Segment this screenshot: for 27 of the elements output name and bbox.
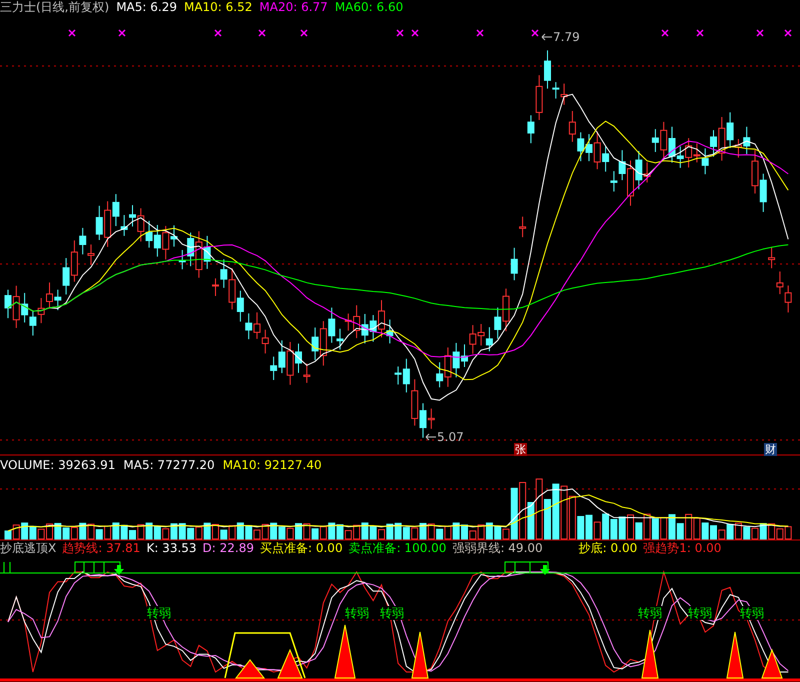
signal-label: 转弱: [345, 606, 369, 620]
indicator-value: MA60: 6.60: [334, 0, 404, 14]
indicator-value: 买点准备: 0.00: [260, 541, 343, 555]
signal-label: 转弱: [638, 606, 662, 620]
indicator-value: K: 33.53: [146, 541, 197, 555]
price-label: 7.79: [553, 30, 580, 44]
chart-title: 三力士(日线,前复权): [0, 0, 110, 14]
indicator-value: MA5: 77277.20: [123, 458, 215, 472]
price-label: 5.07: [437, 430, 464, 444]
chart-title: 抄底逃顶X: [0, 541, 56, 555]
indicator-value: MA10: 6.52: [184, 0, 252, 14]
signal-label: 转弱: [740, 606, 764, 620]
indicator-value: MA10: 92127.40: [222, 458, 322, 472]
indicator-value: 趋势线: 37.81: [62, 541, 140, 555]
event-badge: 张: [514, 443, 527, 456]
indicator-value: 抄底: 0.00: [578, 541, 638, 555]
indicator-value: VOLUME: 39263.91: [0, 458, 116, 472]
signal-label: 转弱: [147, 606, 171, 620]
indicator-value: 卖点准备: 100.00: [348, 541, 446, 555]
indicator-value: D: 22.89: [202, 541, 254, 555]
signal-label: 转弱: [688, 606, 712, 620]
indicator-value: 强趋势1: 0.00: [643, 541, 722, 555]
indicator-value: MA5: 6.29: [116, 0, 177, 14]
indicator-value: MA20: 6.77: [259, 0, 328, 14]
indicator-value: 强弱界线: 49.00: [452, 541, 543, 555]
signal-label: 转弱: [380, 606, 404, 620]
event-badge: 财: [764, 443, 777, 456]
